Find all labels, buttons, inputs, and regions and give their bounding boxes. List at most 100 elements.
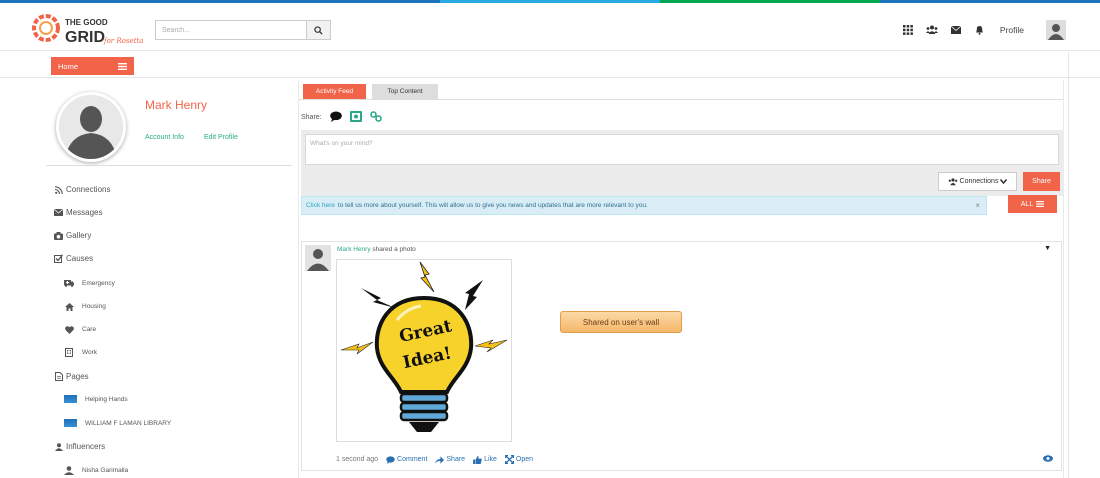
alert-text: to tell us more about yourself. This wil… <box>337 202 648 209</box>
sidebar-item-gallery[interactable]: Gallery <box>54 231 91 240</box>
feed-post: Mark Henry shared a photo ▼ Great Idea! <box>301 241 1062 471</box>
open-label: Open <box>515 456 534 463</box>
user-icon <box>54 442 63 451</box>
comment-bubble-icon[interactable] <box>329 111 342 124</box>
tab-divider <box>299 99 1063 100</box>
open-button[interactable]: Open <box>504 455 534 464</box>
logo-mark-icon: THE GOOD GRID for Rosetta <box>32 14 143 46</box>
sidebar-subitem-label: WILLIAM F LAMAN LIBRARY <box>85 419 172 427</box>
main-feed-panel: Activity Feed Top Content Share: What's … <box>298 80 1064 478</box>
search-input[interactable] <box>155 20 307 40</box>
left-sidebar: Mark Henry Account Info Edit Profile Con… <box>46 80 292 478</box>
heart-icon <box>64 325 74 334</box>
post-author-link[interactable]: Mark Henry <box>337 246 371 253</box>
connections-label: Connections <box>959 178 999 185</box>
sidebar-item-connections[interactable]: Connections <box>54 185 110 194</box>
tab-activity-feed[interactable]: Activity Feed <box>303 84 366 99</box>
sidebar-subitem-label: Nisha Garimalla <box>82 467 129 474</box>
sidebar-item-causes[interactable]: Causes <box>54 254 93 263</box>
bell-icon[interactable] <box>974 24 986 36</box>
sidebar-subitem-library[interactable]: WILLIAM F LAMAN LIBRARY <box>64 419 171 427</box>
tab-top-content[interactable]: Top Content <box>372 84 438 99</box>
sidebar-subitem-emergency[interactable]: Emergency <box>64 279 115 288</box>
account-info-link[interactable]: Account Info <box>145 134 184 141</box>
sidebar-subitem-influencer[interactable]: Nisha Garimalla <box>64 466 128 475</box>
eye-icon[interactable] <box>1043 455 1053 464</box>
sidebar-item-pages[interactable]: Pages <box>54 372 89 381</box>
post-footer: 1 second ago Comment Share Like Open <box>336 455 533 464</box>
sidebar-subitem-helping-hands[interactable]: Helping Hands <box>64 395 128 403</box>
svg-text:THE GOOD: THE GOOD <box>65 18 108 27</box>
link-icon[interactable] <box>369 111 382 124</box>
user-silhouette-icon <box>64 466 74 475</box>
sidebar-item-label: Pages <box>66 372 89 381</box>
svg-text:GRID: GRID <box>65 29 105 46</box>
sidebar-item-label: Messages <box>66 208 103 217</box>
search-button[interactable] <box>307 20 331 40</box>
avatar[interactable] <box>305 245 331 271</box>
users-icon <box>948 177 957 185</box>
post-action-text: shared a photo <box>372 246 416 253</box>
sidebar-item-messages[interactable]: Messages <box>54 208 102 217</box>
user-silhouette-icon <box>1048 24 1064 40</box>
share-label: Share <box>446 456 466 463</box>
lightbulb-illustration: Great Idea! <box>340 261 508 432</box>
page-thumbnail-icon <box>64 395 77 403</box>
sidebar-subitem-label: Emergency <box>82 280 115 287</box>
file-icon <box>54 372 63 381</box>
building-icon <box>64 348 74 357</box>
chevron-down-icon <box>1000 179 1008 184</box>
share-type-selector: Share: <box>301 111 382 124</box>
click-here-link[interactable]: Click here <box>306 202 335 209</box>
users-icon[interactable] <box>925 24 938 36</box>
share-label: Share: <box>301 114 322 121</box>
logo[interactable]: THE GOOD GRID for Rosetta <box>30 7 160 49</box>
share-arrow-icon <box>435 455 445 464</box>
sidebar-divider <box>46 165 292 166</box>
post-header: Mark Henry shared a photo <box>337 246 416 253</box>
ambulance-icon <box>64 279 74 288</box>
page-thumbnail-icon <box>64 419 77 427</box>
sidebar-subitem-work[interactable]: Work <box>64 348 97 357</box>
comment-button[interactable]: Comment <box>386 455 427 464</box>
post-photo[interactable]: Great Idea! <box>336 259 512 442</box>
feed-filter-button[interactable]: ALL <box>1008 195 1057 213</box>
share-button[interactable]: Share <box>1023 172 1060 191</box>
svg-text:for Rosetta: for Rosetta <box>103 37 143 45</box>
home-icon <box>64 302 74 311</box>
profile-avatar[interactable] <box>56 92 126 162</box>
sidebar-subitem-label: Care <box>82 326 97 333</box>
photo-icon[interactable] <box>349 111 362 124</box>
search-icon <box>314 25 323 35</box>
post-options-caret-icon[interactable]: ▼ <box>1044 245 1051 252</box>
sidebar-subitem-housing[interactable]: Housing <box>64 302 106 311</box>
sidebar-subitem-care[interactable]: Care <box>64 325 96 334</box>
like-label: Like <box>484 456 497 463</box>
like-button[interactable]: Like <box>473 455 497 464</box>
user-silhouette-icon <box>59 95 123 159</box>
profile-link[interactable]: Profile <box>1000 25 1024 35</box>
profile-info-alert: Click here to tell us more about yoursel… <box>301 196 987 215</box>
share-post-button[interactable]: Share <box>435 455 466 464</box>
close-icon[interactable]: × <box>975 201 980 210</box>
sidebar-subitem-label: Housing <box>82 303 106 310</box>
sidebar-item-label: Influencers <box>66 442 106 451</box>
connections-dropdown[interactable]: Connections <box>938 172 1017 191</box>
status-textarea[interactable]: What's on your mind? <box>305 134 1059 165</box>
envelope-icon[interactable] <box>950 24 962 36</box>
thumbs-up-icon <box>473 455 482 464</box>
sidebar-subitem-label: Helping Hands <box>85 395 128 403</box>
edit-profile-link[interactable]: Edit Profile <box>204 134 238 141</box>
grid-icon[interactable] <box>902 24 914 36</box>
sub-navbar: Home <box>0 52 1100 78</box>
home-menu-button[interactable]: Home <box>51 57 134 75</box>
right-divider <box>1068 52 1069 478</box>
sidebar-item-influencers[interactable]: Influencers <box>54 442 105 451</box>
profile-name[interactable]: Mark Henry <box>145 98 207 112</box>
top-navbar: THE GOOD GRID for Rosetta Search... Prof… <box>0 3 1100 51</box>
sidebar-item-label: Gallery <box>66 231 92 240</box>
sidebar-subitem-label: Work <box>82 349 98 356</box>
annotation-callout: Shared on user's wall <box>560 311 682 333</box>
user-silhouette-icon <box>307 249 329 271</box>
avatar[interactable] <box>1046 20 1066 40</box>
